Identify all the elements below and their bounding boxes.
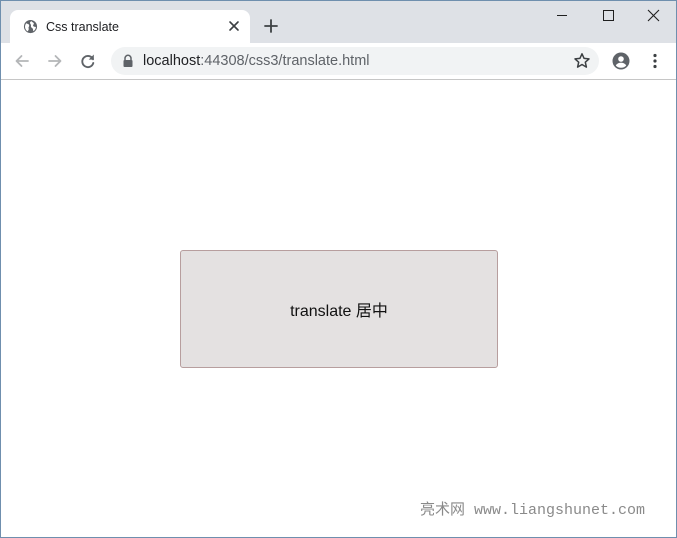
arrow-left-icon[interactable] bbox=[12, 51, 32, 71]
toolbar: localhost:44308/css3/translate.html bbox=[1, 43, 676, 80]
page-content: translate 居中 亮术网 www.liangshunet.com bbox=[1, 80, 676, 537]
close-icon[interactable] bbox=[226, 18, 242, 34]
star-icon[interactable] bbox=[573, 52, 591, 70]
minimize-icon[interactable] bbox=[539, 1, 585, 31]
centered-box-text: translate 居中 bbox=[290, 303, 388, 320]
tab-css-translate[interactable]: Css translate bbox=[10, 10, 250, 43]
tab-title: Css translate bbox=[46, 20, 119, 34]
plus-icon[interactable] bbox=[261, 16, 281, 36]
lock-icon[interactable] bbox=[122, 54, 134, 68]
reload-icon[interactable] bbox=[78, 51, 98, 71]
url-path: :44308/css3/translate.html bbox=[200, 53, 370, 69]
maximize-icon[interactable] bbox=[585, 1, 631, 31]
centered-box: translate 居中 bbox=[180, 250, 498, 368]
globe-icon bbox=[23, 19, 38, 34]
more-vert-icon[interactable] bbox=[647, 52, 663, 70]
address-bar[interactable]: localhost:44308/css3/translate.html bbox=[111, 47, 599, 75]
window-close-icon[interactable] bbox=[630, 1, 676, 31]
browser-window: Css translate localhost:44308/css3/trans… bbox=[0, 0, 677, 538]
arrow-right-icon[interactable] bbox=[45, 51, 65, 71]
url-text[interactable]: localhost:44308/css3/translate.html bbox=[143, 53, 370, 69]
watermark: 亮术网 www.liangshunet.com bbox=[420, 502, 646, 519]
url-host: localhost bbox=[143, 53, 201, 69]
tab-strip: Css translate bbox=[1, 1, 676, 43]
account-icon[interactable] bbox=[612, 52, 630, 70]
